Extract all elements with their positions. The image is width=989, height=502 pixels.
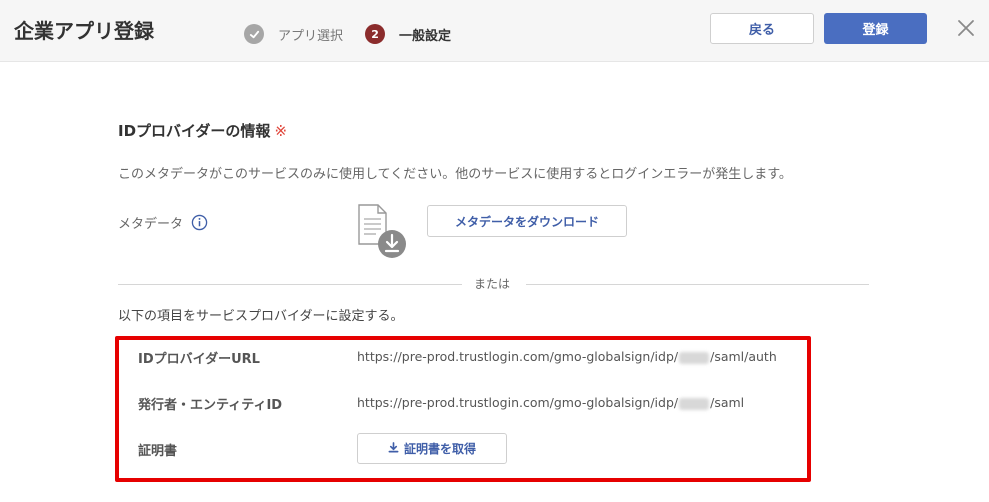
required-mark: ※ bbox=[274, 122, 288, 140]
redacted-id bbox=[679, 351, 710, 364]
step-number: 2 bbox=[365, 24, 386, 44]
step-app-select: アプリ選択 bbox=[244, 24, 343, 44]
section-title-text: IDプロバイダーの情報 bbox=[118, 122, 271, 140]
back-button[interactable]: 戻る bbox=[710, 13, 814, 44]
section-title: IDプロバイダーの情報 ※ bbox=[118, 120, 287, 141]
idp-url-prefix: https://pre-prod.trustlogin.com/gmo-glob… bbox=[357, 349, 679, 364]
step-general-settings: 2 一般設定 bbox=[365, 24, 451, 44]
certificate-label: 証明書 bbox=[138, 444, 178, 459]
idp-url-label: IDプロバイダーURL bbox=[138, 352, 260, 367]
page-title: 企業アプリ登録 bbox=[14, 19, 154, 43]
download-metadata-button[interactable]: メタデータをダウンロード bbox=[427, 205, 627, 237]
sub-description: 以下の項目をサービスプロバイダーに設定する。 bbox=[118, 309, 404, 324]
header-bar: 企業アプリ登録 アプリ選択 2 一般設定 戻る 登録 bbox=[0, 0, 989, 62]
section-description: このメタデータがこのサービスのみに使用してください。他のサービスに使用するとログ… bbox=[118, 167, 792, 182]
step-label: 一般設定 bbox=[399, 28, 452, 44]
entity-id-value: https://pre-prod.trustlogin.com/gmo-glob… bbox=[357, 395, 744, 410]
document-download-icon bbox=[356, 204, 408, 260]
download-icon bbox=[388, 441, 399, 456]
metadata-label: メタデータ bbox=[118, 217, 184, 232]
redacted-id bbox=[679, 397, 710, 410]
info-icon[interactable] bbox=[191, 214, 208, 231]
entity-id-prefix: https://pre-prod.trustlogin.com/gmo-glob… bbox=[357, 395, 679, 410]
divider bbox=[118, 284, 462, 285]
get-certificate-button[interactable]: 証明書を取得 bbox=[357, 433, 507, 464]
close-icon[interactable] bbox=[952, 14, 980, 42]
step-label: アプリ選択 bbox=[278, 28, 344, 44]
wizard-steps: アプリ選択 2 一般設定 bbox=[244, 24, 451, 44]
entity-id-suffix: /saml bbox=[710, 395, 745, 410]
metadata-label-row: メタデータ bbox=[118, 213, 208, 232]
divider bbox=[526, 284, 869, 285]
register-button[interactable]: 登録 bbox=[824, 13, 927, 44]
divider-text: または bbox=[474, 277, 511, 291]
check-icon bbox=[244, 24, 264, 44]
idp-url-value: https://pre-prod.trustlogin.com/gmo-glob… bbox=[357, 349, 777, 364]
entity-id-label: 発行者・エンティティID bbox=[138, 398, 283, 413]
get-certificate-label: 証明書を取得 bbox=[403, 442, 476, 456]
idp-url-suffix: /saml/auth bbox=[710, 349, 777, 364]
